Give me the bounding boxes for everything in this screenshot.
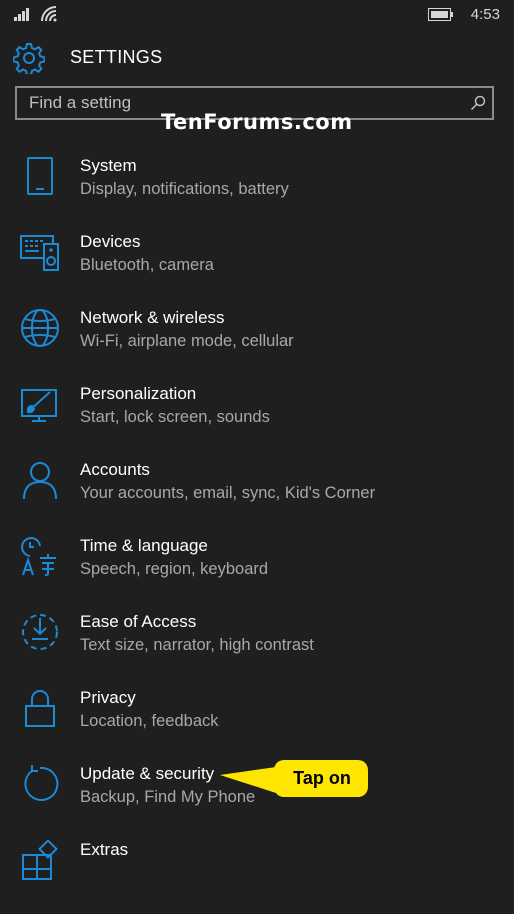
search-icon[interactable] — [470, 95, 486, 111]
time-language-icon — [21, 537, 56, 576]
settings-item-accounts[interactable]: Accounts Your accounts, email, sync, Kid… — [0, 450, 514, 526]
item-title: Network & wireless — [80, 308, 225, 327]
status-bar: 4:53 — [0, 0, 514, 30]
item-subtitle: Bluetooth, camera — [80, 256, 214, 274]
ease-of-access-icon — [22, 614, 58, 650]
clock-time: 4:53 — [470, 6, 500, 23]
page-title: SETTINGS — [70, 47, 163, 67]
item-title: Update & security — [80, 764, 215, 783]
settings-item-privacy[interactable]: Privacy Location, feedback — [0, 678, 514, 754]
battery-icon — [428, 8, 453, 21]
gear-icon — [13, 43, 45, 74]
item-title: Time & language — [80, 536, 208, 555]
item-subtitle: Location, feedback — [80, 712, 219, 730]
settings-item-time-language[interactable]: Time & language Speech, region, keyboard — [0, 526, 514, 602]
callout-text: Tap on — [293, 768, 351, 788]
wifi-icon — [41, 6, 57, 22]
settings-item-ease-of-access[interactable]: Ease of Access Text size, narrator, high… — [0, 602, 514, 678]
settings-item-system[interactable]: System Display, notifications, battery — [0, 146, 514, 222]
item-title: Privacy — [80, 688, 136, 707]
item-subtitle: Wi-Fi, airplane mode, cellular — [80, 332, 294, 350]
watermark: TenForums.com — [161, 110, 353, 134]
globe-icon — [21, 309, 59, 347]
item-subtitle: Speech, region, keyboard — [80, 560, 269, 578]
item-title: Ease of Access — [80, 612, 197, 631]
item-title: System — [80, 156, 137, 175]
paint-icon — [21, 389, 57, 422]
settings-item-devices[interactable]: Devices Bluetooth, camera — [0, 222, 514, 298]
phone-icon — [27, 157, 53, 195]
item-title: Personalization — [80, 384, 197, 403]
settings-item-personalization[interactable]: Personalization Start, lock screen, soun… — [0, 374, 514, 450]
settings-header: SETTINGS — [0, 38, 514, 78]
lock-icon — [25, 690, 55, 727]
item-subtitle: Your accounts, email, sync, Kid's Corner — [80, 484, 376, 502]
item-title: Accounts — [80, 460, 150, 479]
item-title: Extras — [80, 840, 129, 859]
devices-icon — [20, 235, 59, 271]
settings-item-network-wireless[interactable]: Network & wireless Wi-Fi, airplane mode,… — [0, 298, 514, 374]
item-title: Devices — [80, 232, 141, 251]
item-subtitle: Start, lock screen, sounds — [80, 408, 270, 426]
item-subtitle: Text size, narrator, high contrast — [80, 636, 314, 654]
extras-icon — [22, 840, 58, 880]
person-icon — [23, 462, 57, 500]
refresh-icon — [24, 765, 59, 801]
item-subtitle: Display, notifications, battery — [80, 180, 289, 198]
settings-item-extras[interactable]: Extras — [0, 830, 514, 906]
signal-strength-icon — [14, 8, 29, 21]
